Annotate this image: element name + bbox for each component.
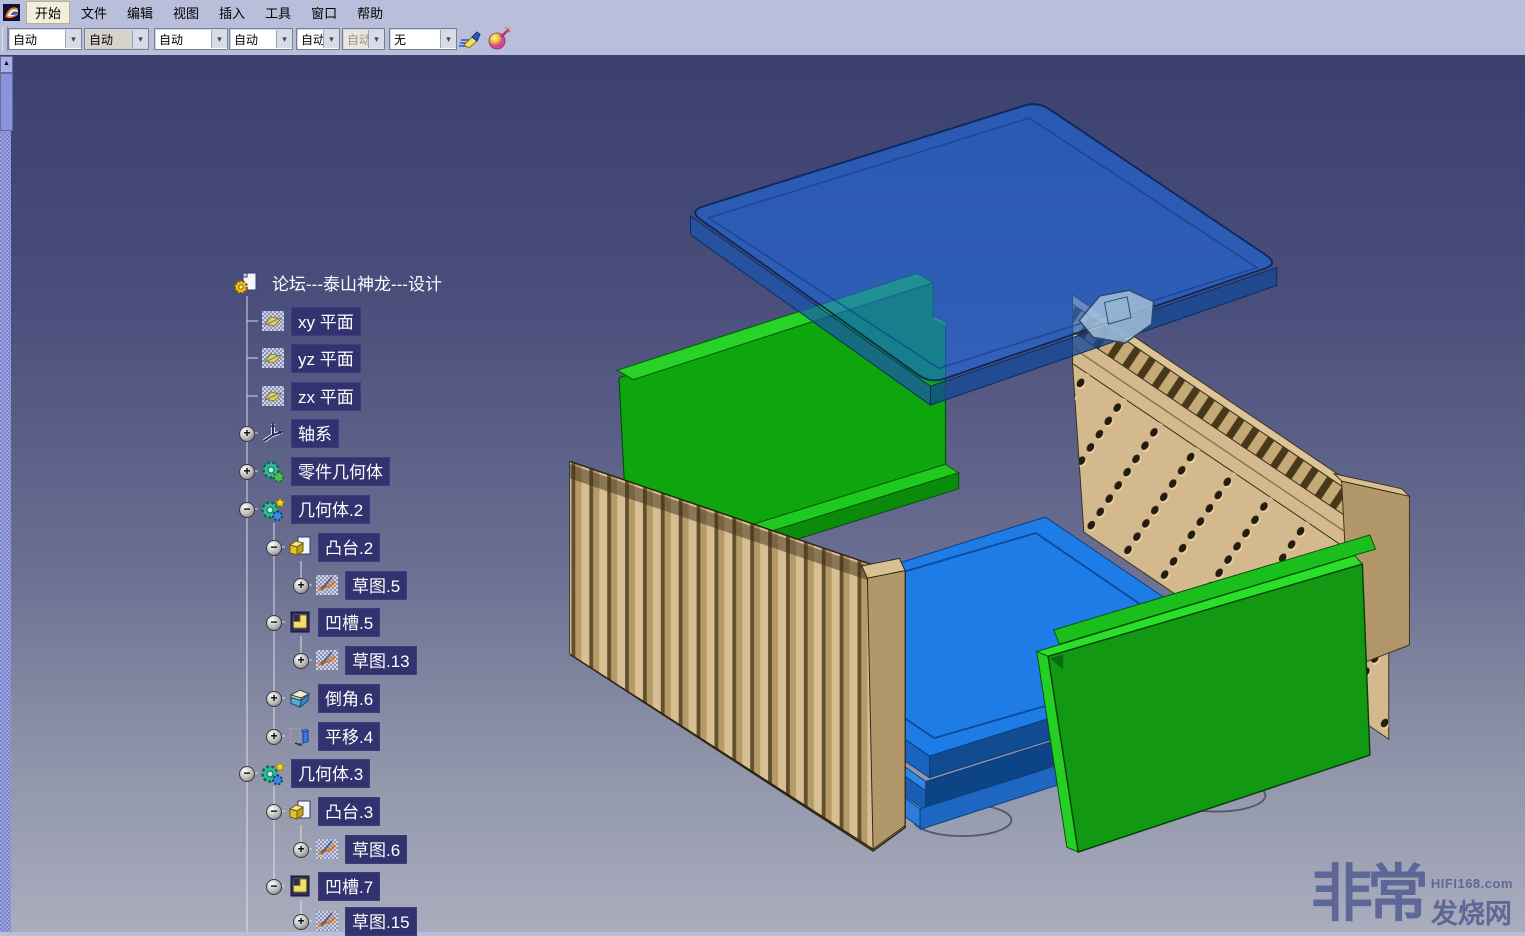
tree-expander[interactable]: + — [293, 842, 309, 858]
line-type-combo[interactable]: 自动▾ — [229, 28, 293, 50]
sketch-icon — [314, 837, 340, 861]
menu-item-edit[interactable]: 编辑 — [118, 1, 162, 24]
tree-expander[interactable]: + — [293, 578, 309, 594]
part-document-icon — [234, 271, 260, 295]
plane-icon — [260, 309, 286, 333]
chamfer-icon — [287, 686, 313, 710]
painter-brush-icon[interactable] — [458, 27, 482, 51]
menu-item-help[interactable]: 帮助 — [348, 1, 392, 24]
tree-item-body-3[interactable]: 几何体.3 — [260, 760, 370, 786]
tree-expander[interactable]: − — [239, 766, 255, 782]
body-icon — [260, 761, 286, 785]
axis-system-icon — [260, 421, 286, 445]
menu-bar: 开始 文件 编辑 视图 插入 工具 窗口 帮助 — [0, 0, 1525, 25]
tree-item-root[interactable]: 论坛---泰山神龙---设计 — [234, 270, 449, 296]
translate-icon — [287, 724, 313, 748]
render-style-combo: 自动▾ — [342, 28, 385, 50]
chevron-down-icon[interactable]: ▾ — [211, 30, 227, 48]
sketch-icon — [314, 909, 340, 933]
menu-item-start[interactable]: 开始 — [26, 1, 70, 24]
tree-expander[interactable]: + — [266, 691, 282, 707]
tree-expander[interactable]: − — [266, 804, 282, 820]
tree-item-sketch-5[interactable]: 草图.5 — [314, 572, 407, 598]
tree-item-pad-3[interactable]: 凸台.3 — [287, 798, 380, 824]
watermark-site: HIFI168.com — [1431, 876, 1513, 891]
tree-item-sketch-13[interactable]: 草图.13 — [314, 647, 417, 673]
specification-tree: 论坛---泰山神龙---设计 xy 平面 yz 平面 zx 平面 + 轴系 + … — [0, 55, 520, 932]
sketch-icon — [314, 648, 340, 672]
graphic-properties-toolbar: 自动▾ 自动▾ 自动▾ 自动▾ 自动▾ 自动▾ 无▾ — [0, 24, 1525, 56]
chevron-down-icon[interactable]: ▾ — [440, 30, 456, 48]
menu-item-tools[interactable]: 工具 — [256, 1, 300, 24]
tree-item-pad-2[interactable]: 凸台.2 — [287, 534, 380, 560]
chevron-down-icon[interactable]: ▾ — [65, 30, 81, 48]
tree-expander[interactable]: + — [239, 426, 255, 442]
part-body-icon — [260, 459, 286, 483]
tree-expander[interactable]: + — [266, 729, 282, 745]
fill-color-combo[interactable]: 自动▾ — [8, 28, 82, 50]
point-symbol-combo[interactable]: 自动▾ — [296, 28, 340, 50]
pad-icon — [287, 799, 313, 823]
chevron-down-icon[interactable]: ▾ — [276, 30, 292, 48]
tree-expander[interactable]: + — [293, 653, 309, 669]
tree-expander[interactable]: + — [293, 914, 309, 930]
tree-item-body-2[interactable]: 几何体.2 — [260, 496, 370, 522]
plane-icon — [260, 384, 286, 408]
chevron-down-icon[interactable]: ▾ — [132, 30, 148, 48]
body-icon — [260, 497, 286, 521]
pad-icon — [287, 535, 313, 559]
app-logo-icon — [3, 4, 20, 21]
material-sphere-icon[interactable] — [487, 27, 511, 51]
layer-combo[interactable]: 无▾ — [389, 28, 457, 50]
menu-item-view[interactable]: 视图 — [164, 1, 208, 24]
viewport-3d[interactable]: ▲ 论坛---泰山神龙---设计 xy 平面 yz 平面 — [0, 55, 1525, 932]
tree-item-partbody[interactable]: 零件几何体 — [260, 458, 390, 484]
tree-expander[interactable]: − — [266, 879, 282, 895]
tree-item-axis-system[interactable]: 轴系 — [260, 420, 339, 446]
tree-item-pocket-7[interactable]: 凹槽.7 — [287, 873, 380, 899]
chevron-down-icon: ▾ — [368, 30, 384, 48]
tree-item-xy-plane[interactable]: xy 平面 — [260, 308, 361, 334]
pocket-icon — [287, 874, 313, 898]
tree-expander[interactable]: − — [266, 615, 282, 631]
menu-item-file[interactable]: 文件 — [72, 1, 116, 24]
pocket-icon — [287, 610, 313, 634]
tree-item-pocket-5[interactable]: 凹槽.5 — [287, 609, 380, 635]
plane-icon — [260, 346, 286, 370]
menu-item-window[interactable]: 窗口 — [302, 1, 346, 24]
tree-item-translate-4[interactable]: 平移.4 — [287, 723, 380, 749]
watermark-brand-logo: 非常 — [1311, 858, 1423, 932]
chevron-down-icon[interactable]: ▾ — [323, 30, 339, 48]
tree-item-sketch-6[interactable]: 草图.6 — [314, 836, 407, 862]
tree-expander[interactable]: − — [239, 502, 255, 518]
sketch-icon — [314, 573, 340, 597]
tree-expander[interactable]: + — [239, 464, 255, 480]
menu-item-insert[interactable]: 插入 — [210, 1, 254, 24]
tree-item-chamfer-6[interactable]: 倒角.6 — [287, 685, 380, 711]
tree-connector-lines — [0, 55, 520, 932]
tree-expander[interactable]: − — [266, 540, 282, 556]
line-weight-combo[interactable]: 自动▾ — [154, 28, 228, 50]
transparency-combo[interactable]: 自动▾ — [84, 28, 149, 50]
watermark-name: 发烧网 — [1431, 892, 1513, 931]
tree-item-sketch-15[interactable]: 草图.15 — [314, 908, 417, 934]
tree-item-yz-plane[interactable]: yz 平面 — [260, 345, 361, 371]
tree-item-zx-plane[interactable]: zx 平面 — [260, 383, 361, 409]
watermark: 非常 HIFI168.com 发烧网 — [1311, 858, 1513, 932]
